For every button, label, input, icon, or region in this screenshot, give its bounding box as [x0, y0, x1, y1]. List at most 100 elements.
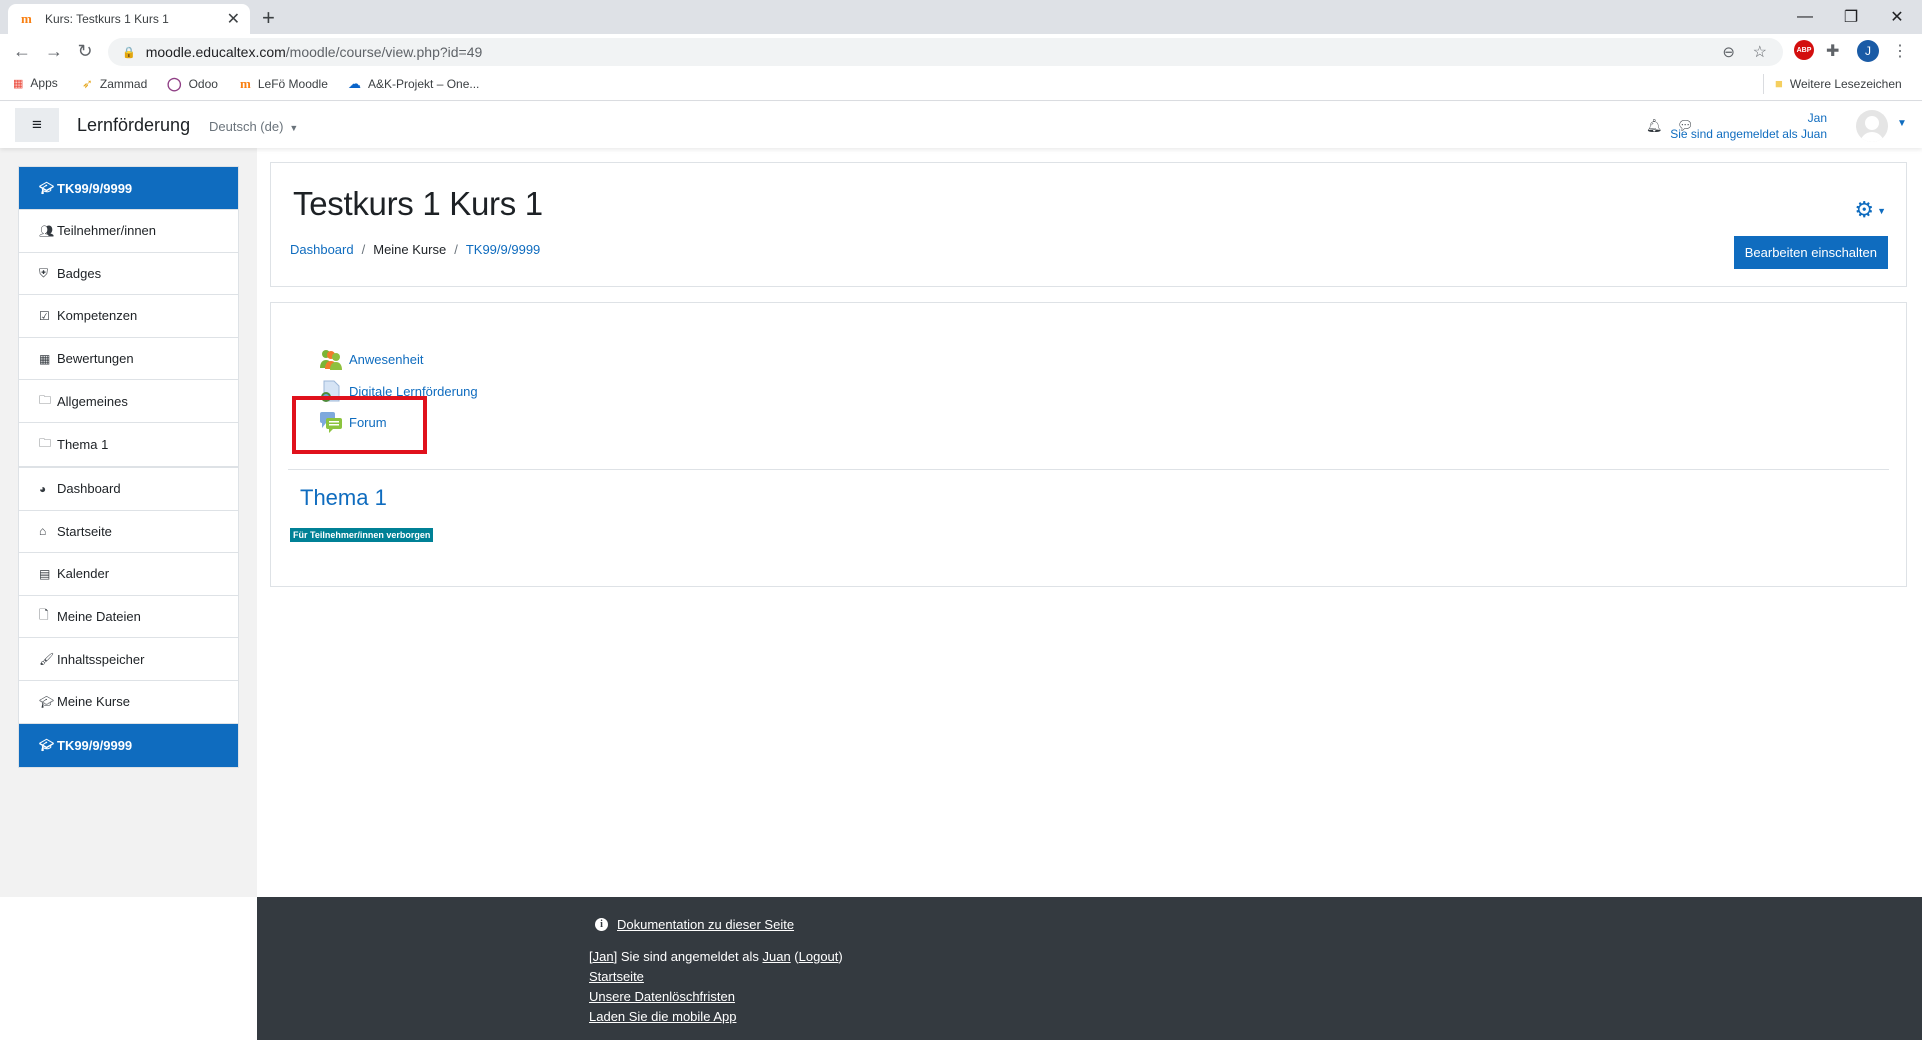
- highlight-box: [292, 396, 427, 454]
- activity-attendance[interactable]: Anwesenheit: [319, 348, 423, 370]
- footer-user-link[interactable]: Jan: [593, 949, 614, 964]
- footer-home-link[interactable]: Startseite: [589, 969, 644, 984]
- doc-link-label[interactable]: Dokumentation zu dieser Seite: [617, 917, 794, 932]
- bookmark-odoo[interactable]: ◯ Odoo: [167, 76, 218, 92]
- moodle-icon: m: [240, 76, 251, 91]
- moodle-navbar: ≡ Lernförderung Deutsch (de) ▼ 🔔︎ 💬︎ Jan …: [0, 102, 1922, 148]
- bookmark-label: Zammad: [99, 77, 148, 91]
- nav-drawer: 🎓︎ TK99/9/9999 👥︎ Teilnehmer/innen ⛨ Badges ☑ K…: [0, 148, 257, 897]
- reload-icon[interactable]: ↻: [74, 41, 96, 62]
- shield-icon: ⛨: [39, 265, 49, 280]
- section-title[interactable]: Thema 1: [300, 485, 387, 511]
- url-path: /moodle/course/view.php?id=49: [285, 44, 483, 60]
- drawer-item-teilnehmer-innen[interactable]: 👥︎ Teilnehmer/innen: [19, 210, 238, 253]
- page-footer: i Dokumentation zu dieser Seite [Jan] Si…: [257, 897, 1922, 1040]
- footer-links: [Jan] Sie sind angemeldet als Juan (Logo…: [589, 947, 843, 1027]
- logout-link[interactable]: Logout: [799, 949, 839, 964]
- breadcrumb-separator: /: [454, 242, 458, 257]
- drawer-item-meine-kurse[interactable]: 🎓︎ Meine Kurse: [19, 681, 238, 724]
- caret-down-icon: ▼: [289, 123, 299, 133]
- language-label: Deutsch (de): [209, 119, 284, 134]
- forward-icon[interactable]: →: [43, 41, 65, 62]
- calendar-icon: ▤: [39, 566, 51, 581]
- onedrive-icon: ☁: [348, 76, 361, 91]
- drawer-item-dashboard[interactable]: ◕ Dashboard: [19, 468, 238, 511]
- adblock-extension-icon[interactable]: ABP: [1794, 40, 1814, 60]
- drawer-item-inhaltsspeicher[interactable]: 🖌︎ Inhaltsspeicher: [19, 638, 238, 681]
- login-text: Sie sind angemeldet als: [617, 949, 763, 964]
- new-tab-button[interactable]: +: [262, 5, 275, 31]
- url-host: moodle.educaltex.com: [145, 44, 286, 60]
- bookmarks-bar: ▦ Apps ➶ Zammad ◯ Odoo m LeFö Moodle ☁ A…: [0, 68, 1922, 101]
- bookmark-onedrive[interactable]: ☁ A&K-Projekt – One...: [348, 76, 479, 92]
- bookmark-label: Apps: [30, 76, 58, 90]
- activity-label: Anwesenheit: [349, 351, 424, 367]
- drawer-item-label: TK99/9/9999: [57, 180, 133, 196]
- drawer-item-bewertungen[interactable]: ▦ Bewertungen: [19, 338, 238, 381]
- address-bar[interactable]: 🔒 moodle.educaltex.com/moodle/course/vie…: [108, 38, 1783, 66]
- breadcrumb-dashboard[interactable]: Dashboard: [290, 242, 354, 257]
- bookmark-star-icon[interactable]: ☆: [1753, 42, 1767, 62]
- drawer-toggle-button[interactable]: ≡: [15, 108, 59, 142]
- site-brand[interactable]: Lernförderung: [77, 115, 190, 136]
- section-divider: [288, 469, 1889, 470]
- restore-icon[interactable]: ❐: [1828, 0, 1874, 34]
- bookmark-label: A&K-Projekt – One...: [368, 77, 480, 91]
- browser-menu-icon[interactable]: ⋮: [1892, 40, 1908, 62]
- edit-mode-button[interactable]: Bearbeiten einschalten: [1733, 236, 1888, 269]
- bookmark-lefoe-moodle[interactable]: m LeFö Moodle: [240, 76, 328, 92]
- folder-icon: ■: [1775, 76, 1783, 91]
- browser-tabstrip: m Kurs: Testkurs 1 Kurs 1 ✕ + — ❐ ✕: [0, 0, 1922, 34]
- extensions-puzzle-icon[interactable]: ✚: [1826, 40, 1839, 62]
- drawer-item-kompetenzen[interactable]: ☑ Kompetenzen: [19, 295, 238, 338]
- zoom-out-icon[interactable]: ⊖: [1722, 43, 1735, 61]
- minimize-icon[interactable]: —: [1782, 0, 1828, 34]
- bookmark-apps[interactable]: ▦ Apps: [13, 76, 58, 90]
- drawer-item-meine-dateien[interactable]: 🗋 Meine Dateien: [19, 596, 238, 639]
- footer-data-retention-link[interactable]: Unsere Datenlöschfristen: [589, 989, 735, 1004]
- drawer-item-tk99-9-9999[interactable]: 🎓︎ TK99/9/9999: [19, 167, 238, 210]
- breadcrumb: Dashboard / Meine Kurse / TK99/9/9999: [290, 242, 540, 257]
- bookmark-zammad[interactable]: ➶ Zammad: [82, 76, 147, 92]
- user-menu-caret-icon[interactable]: ▼: [1897, 118, 1907, 129]
- drawer-item-label: Kalender: [57, 566, 110, 582]
- breadcrumb-course[interactable]: TK99/9/9999: [466, 242, 540, 257]
- footer-mobile-app-link[interactable]: Laden Sie die mobile App: [589, 1009, 736, 1024]
- browser-toolbar: ← → ↻ 🔒 moodle.educaltex.com/moodle/cour…: [0, 34, 1922, 68]
- language-menu[interactable]: Deutsch (de) ▼: [209, 119, 298, 134]
- drawer-item-startseite[interactable]: ⌂ Startseite: [19, 511, 238, 554]
- drawer-item-label: Bewertungen: [57, 351, 134, 367]
- close-tab-icon[interactable]: ✕: [227, 9, 240, 29]
- paint-brush-icon: 🖌︎: [39, 652, 55, 667]
- back-icon[interactable]: ←: [11, 41, 33, 62]
- tab-title: Kurs: Testkurs 1 Kurs 1: [45, 12, 169, 26]
- drawer-item-label: Allgemeines: [57, 393, 128, 409]
- other-bookmarks-label: Weitere Lesezeichen: [1789, 76, 1902, 91]
- other-bookmarks[interactable]: ■ Weitere Lesezeichen: [1775, 76, 1902, 91]
- page-content: Testkurs 1 Kurs 1 Dashboard / Meine Kurse /…: [257, 148, 1922, 897]
- profile-avatar[interactable]: J: [1857, 40, 1879, 62]
- doc-link[interactable]: i Dokumentation zu dieser Seite: [595, 917, 794, 932]
- drawer-item-kalender[interactable]: ▤ Kalender: [19, 553, 238, 596]
- user-avatar[interactable]: [1856, 110, 1888, 142]
- user-menu[interactable]: Jan Sie sind angemeldet als Juan: [1670, 110, 1827, 142]
- breadcrumb-my-courses: Meine Kurse: [373, 242, 447, 257]
- footer-loginas-link[interactable]: Juan: [762, 949, 790, 964]
- drawer-item-thema-1[interactable]: 🗀 Thema 1: [19, 423, 238, 466]
- notifications-bell-icon[interactable]: 🔔︎: [1646, 118, 1663, 134]
- page-header: Testkurs 1 Kurs 1 Dashboard / Meine Kurse /…: [270, 162, 1907, 287]
- attendance-icon: [319, 348, 343, 370]
- table-icon: ▦: [39, 351, 51, 366]
- users-icon: 👥︎: [39, 223, 55, 238]
- drawer-item-badges[interactable]: ⛨ Badges: [19, 253, 238, 296]
- graduation-cap-icon: 🎓︎: [39, 181, 55, 195]
- login-as-text: Sie sind angemeldet als Juan: [1670, 127, 1827, 141]
- drawer-item-tk99-9-9999[interactable]: 🎓︎ TK99/9/9999: [19, 723, 238, 767]
- breadcrumb-separator: /: [361, 242, 366, 257]
- lock-icon: 🔒: [122, 46, 136, 59]
- course-settings-menu[interactable]: ⚙ ▼: [1854, 197, 1886, 223]
- drawer-item-allgemeines[interactable]: 🗀 Allgemeines: [19, 380, 238, 423]
- browser-tab[interactable]: m Kurs: Testkurs 1 Kurs 1 ✕: [8, 4, 250, 34]
- close-window-icon[interactable]: ✕: [1874, 0, 1920, 34]
- caret-down-icon: ▼: [1877, 206, 1886, 217]
